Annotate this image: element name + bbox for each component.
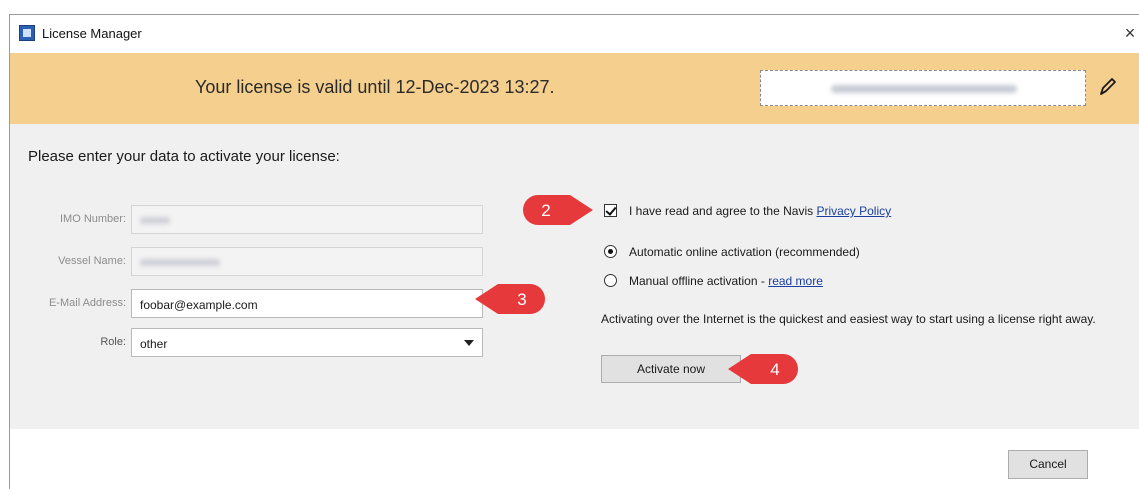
- read-more-link[interactable]: read more: [768, 274, 823, 288]
- license-key-obscured: [831, 85, 1017, 93]
- imo-number-input[interactable]: [131, 205, 483, 234]
- license-key-field[interactable]: [760, 70, 1086, 106]
- callout-number-3: 3: [517, 290, 526, 309]
- imo-number-label: IMO Number:: [59, 213, 126, 225]
- manual-activation-label: Manual offline activation -: [629, 274, 769, 288]
- vessel-name-obscured: [140, 259, 220, 266]
- email-value: foobar@example.com: [140, 298, 258, 312]
- auto-activation-label: Automatic online activation (recommended…: [629, 245, 860, 259]
- callout-number-2: 2: [541, 201, 550, 220]
- privacy-agree-prefix: I have read and agree to the Navis: [629, 204, 817, 218]
- app-icon: [19, 25, 35, 41]
- email-label: E-Mail Address:: [48, 297, 126, 309]
- title-bar: License Manager ×: [10, 15, 1139, 53]
- callout-badge-4: 4: [728, 354, 798, 384]
- role-value: other: [140, 337, 168, 351]
- privacy-agree-text: I have read and agree to the Navis Priva…: [629, 204, 891, 218]
- chevron-down-icon[interactable]: [464, 340, 474, 346]
- form-intro: Please enter your data to activate your …: [28, 148, 340, 165]
- auto-activation-radio[interactable]: [604, 245, 617, 258]
- imo-number-obscured: [140, 217, 170, 224]
- manual-activation-radio[interactable]: [604, 274, 617, 287]
- callout-badge-2: 2: [523, 195, 593, 225]
- vessel-name-label: Vessel Name:: [58, 255, 126, 267]
- activation-panel: Please enter your data to activate your …: [10, 124, 1139, 429]
- license-manager-window: License Manager × Your license is valid …: [9, 14, 1139, 490]
- privacy-agree-checkbox[interactable]: [604, 204, 617, 217]
- callout-badge-3: 3: [475, 284, 545, 314]
- activation-description: Activating over the Internet is the quic…: [601, 312, 1096, 326]
- callout-number-4: 4: [770, 360, 779, 379]
- vessel-name-input[interactable]: [131, 247, 483, 276]
- pencil-icon[interactable]: [1096, 75, 1118, 99]
- manual-activation-text: Manual offline activation - read more: [629, 274, 823, 288]
- privacy-policy-link[interactable]: Privacy Policy: [816, 204, 891, 218]
- license-validity-text: Your license is valid until 12-Dec-2023 …: [195, 77, 555, 97]
- role-label: Role:: [100, 336, 126, 348]
- cancel-button[interactable]: Cancel: [1008, 450, 1088, 479]
- close-button[interactable]: ×: [1121, 21, 1139, 45]
- dialog-footer: Cancel: [10, 429, 1139, 490]
- role-select[interactable]: other: [131, 328, 483, 357]
- window-title: License Manager: [42, 26, 142, 41]
- email-input[interactable]: foobar@example.com: [131, 289, 483, 318]
- license-status-banner: Your license is valid until 12-Dec-2023 …: [10, 53, 1139, 124]
- activate-now-button[interactable]: Activate now: [601, 355, 741, 383]
